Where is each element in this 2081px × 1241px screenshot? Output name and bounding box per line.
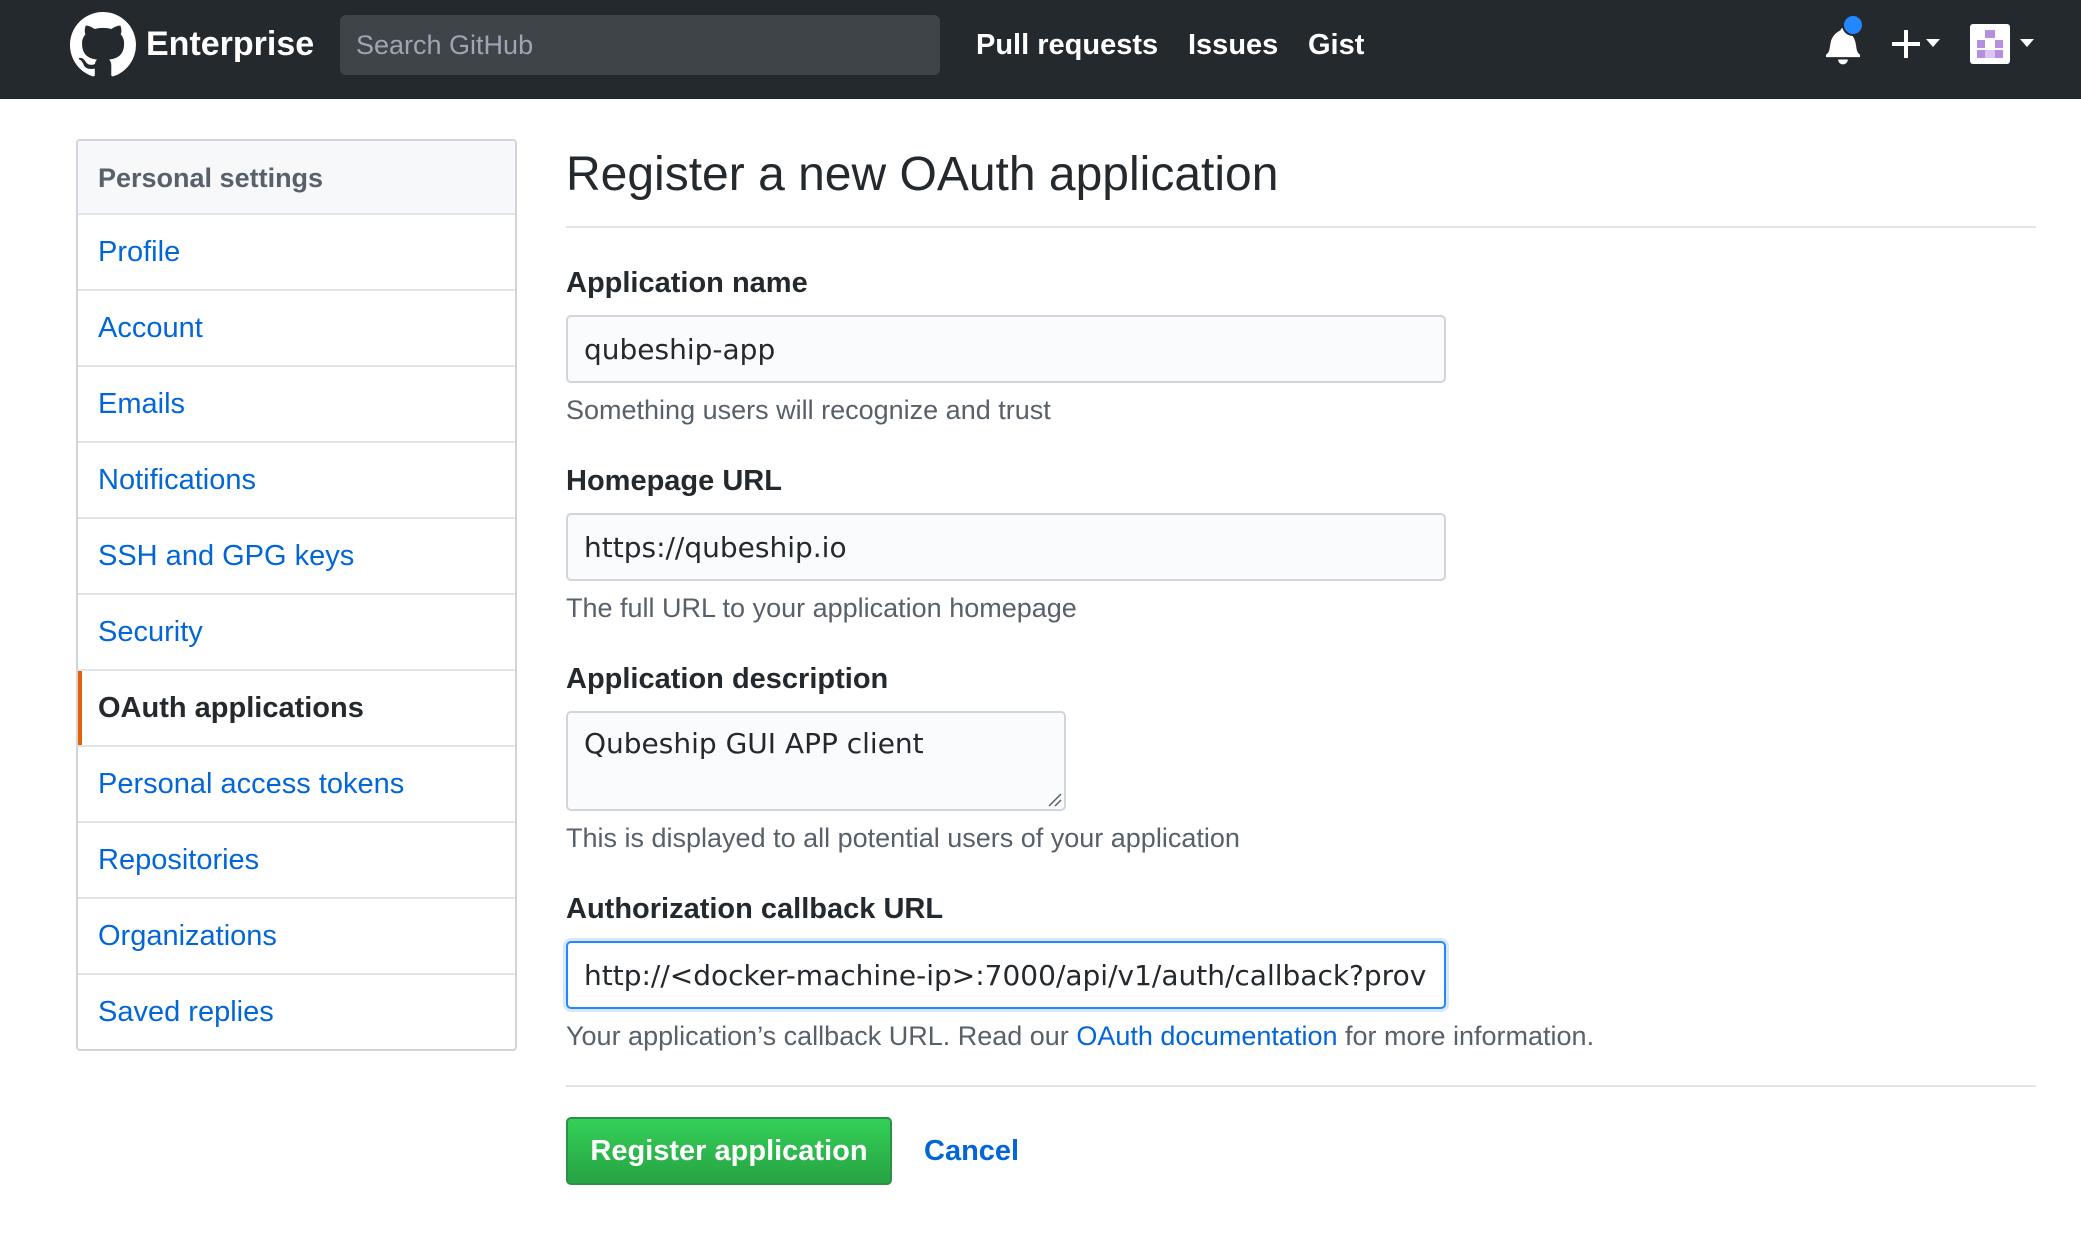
page-title: Register a new OAuth application: [566, 148, 1279, 201]
sidebar-item-notifications[interactable]: Notifications: [78, 443, 515, 519]
callback-url-input[interactable]: [566, 941, 1446, 1009]
sidebar-item-emails[interactable]: Emails: [78, 367, 515, 443]
title-divider: [566, 226, 2036, 228]
homepage-url-label: Homepage URL: [566, 465, 782, 497]
nav-gist[interactable]: Gist: [1308, 24, 1364, 66]
notification-indicator: [1842, 14, 1864, 36]
app-name-hint: Something users will recognize and trust: [566, 395, 1051, 425]
avatar: [1970, 24, 2010, 64]
callback-hint-text-before: Your application’s callback URL. Read ou…: [566, 1021, 1077, 1051]
plus-dropdown-icon[interactable]: [1890, 22, 1950, 66]
app-name-label: Application name: [566, 267, 808, 299]
search-input[interactable]: [340, 15, 940, 75]
top-navbar: Enterprise Pull requests Issues Gist: [0, 0, 2081, 99]
homepage-url-hint: The full URL to your application homepag…: [566, 593, 1077, 623]
callback-hint-text-after: for more information.: [1337, 1021, 1595, 1051]
app-description-textarea[interactable]: Qubeship GUI APP client: [566, 711, 1066, 811]
avatar-dropdown[interactable]: [1970, 22, 2040, 66]
sidebar-item-oauth-applications[interactable]: OAuth applications: [78, 671, 515, 747]
nav-issues[interactable]: Issues: [1188, 24, 1278, 66]
nav-pull-requests[interactable]: Pull requests: [976, 24, 1158, 66]
app-name-input[interactable]: [566, 315, 1446, 383]
sidebar-item-account[interactable]: Account: [78, 291, 515, 367]
sidebar-item-security[interactable]: Security: [78, 595, 515, 671]
callback-url-hint: Your application’s callback URL. Read ou…: [566, 1016, 1594, 1056]
sidebar-item-ssh-gpg-keys[interactable]: SSH and GPG keys: [78, 519, 515, 595]
brand-name[interactable]: Enterprise: [146, 20, 314, 68]
callback-url-label: Authorization callback URL: [566, 893, 944, 925]
sidebar-item-profile[interactable]: Profile: [78, 215, 515, 291]
app-description-label: Application description: [566, 663, 889, 695]
github-logo-icon[interactable]: [70, 12, 136, 78]
homepage-url-input[interactable]: [566, 513, 1446, 581]
sidebar-title: Personal settings: [78, 141, 515, 215]
cancel-button[interactable]: Cancel: [924, 1131, 1019, 1171]
sidebar-item-saved-replies[interactable]: Saved replies: [78, 975, 515, 1049]
app-description-hint: This is displayed to all potential users…: [566, 823, 1240, 853]
form-divider: [566, 1085, 2036, 1087]
sidebar-item-organizations[interactable]: Organizations: [78, 899, 515, 975]
sidebar-item-personal-access-tokens[interactable]: Personal access tokens: [78, 747, 515, 823]
settings-sidebar: Personal settings Profile Account Emails…: [76, 139, 517, 1051]
oauth-documentation-link[interactable]: OAuth documentation: [1076, 1021, 1337, 1051]
sidebar-item-repositories[interactable]: Repositories: [78, 823, 515, 899]
register-application-button[interactable]: Register application: [566, 1117, 892, 1185]
